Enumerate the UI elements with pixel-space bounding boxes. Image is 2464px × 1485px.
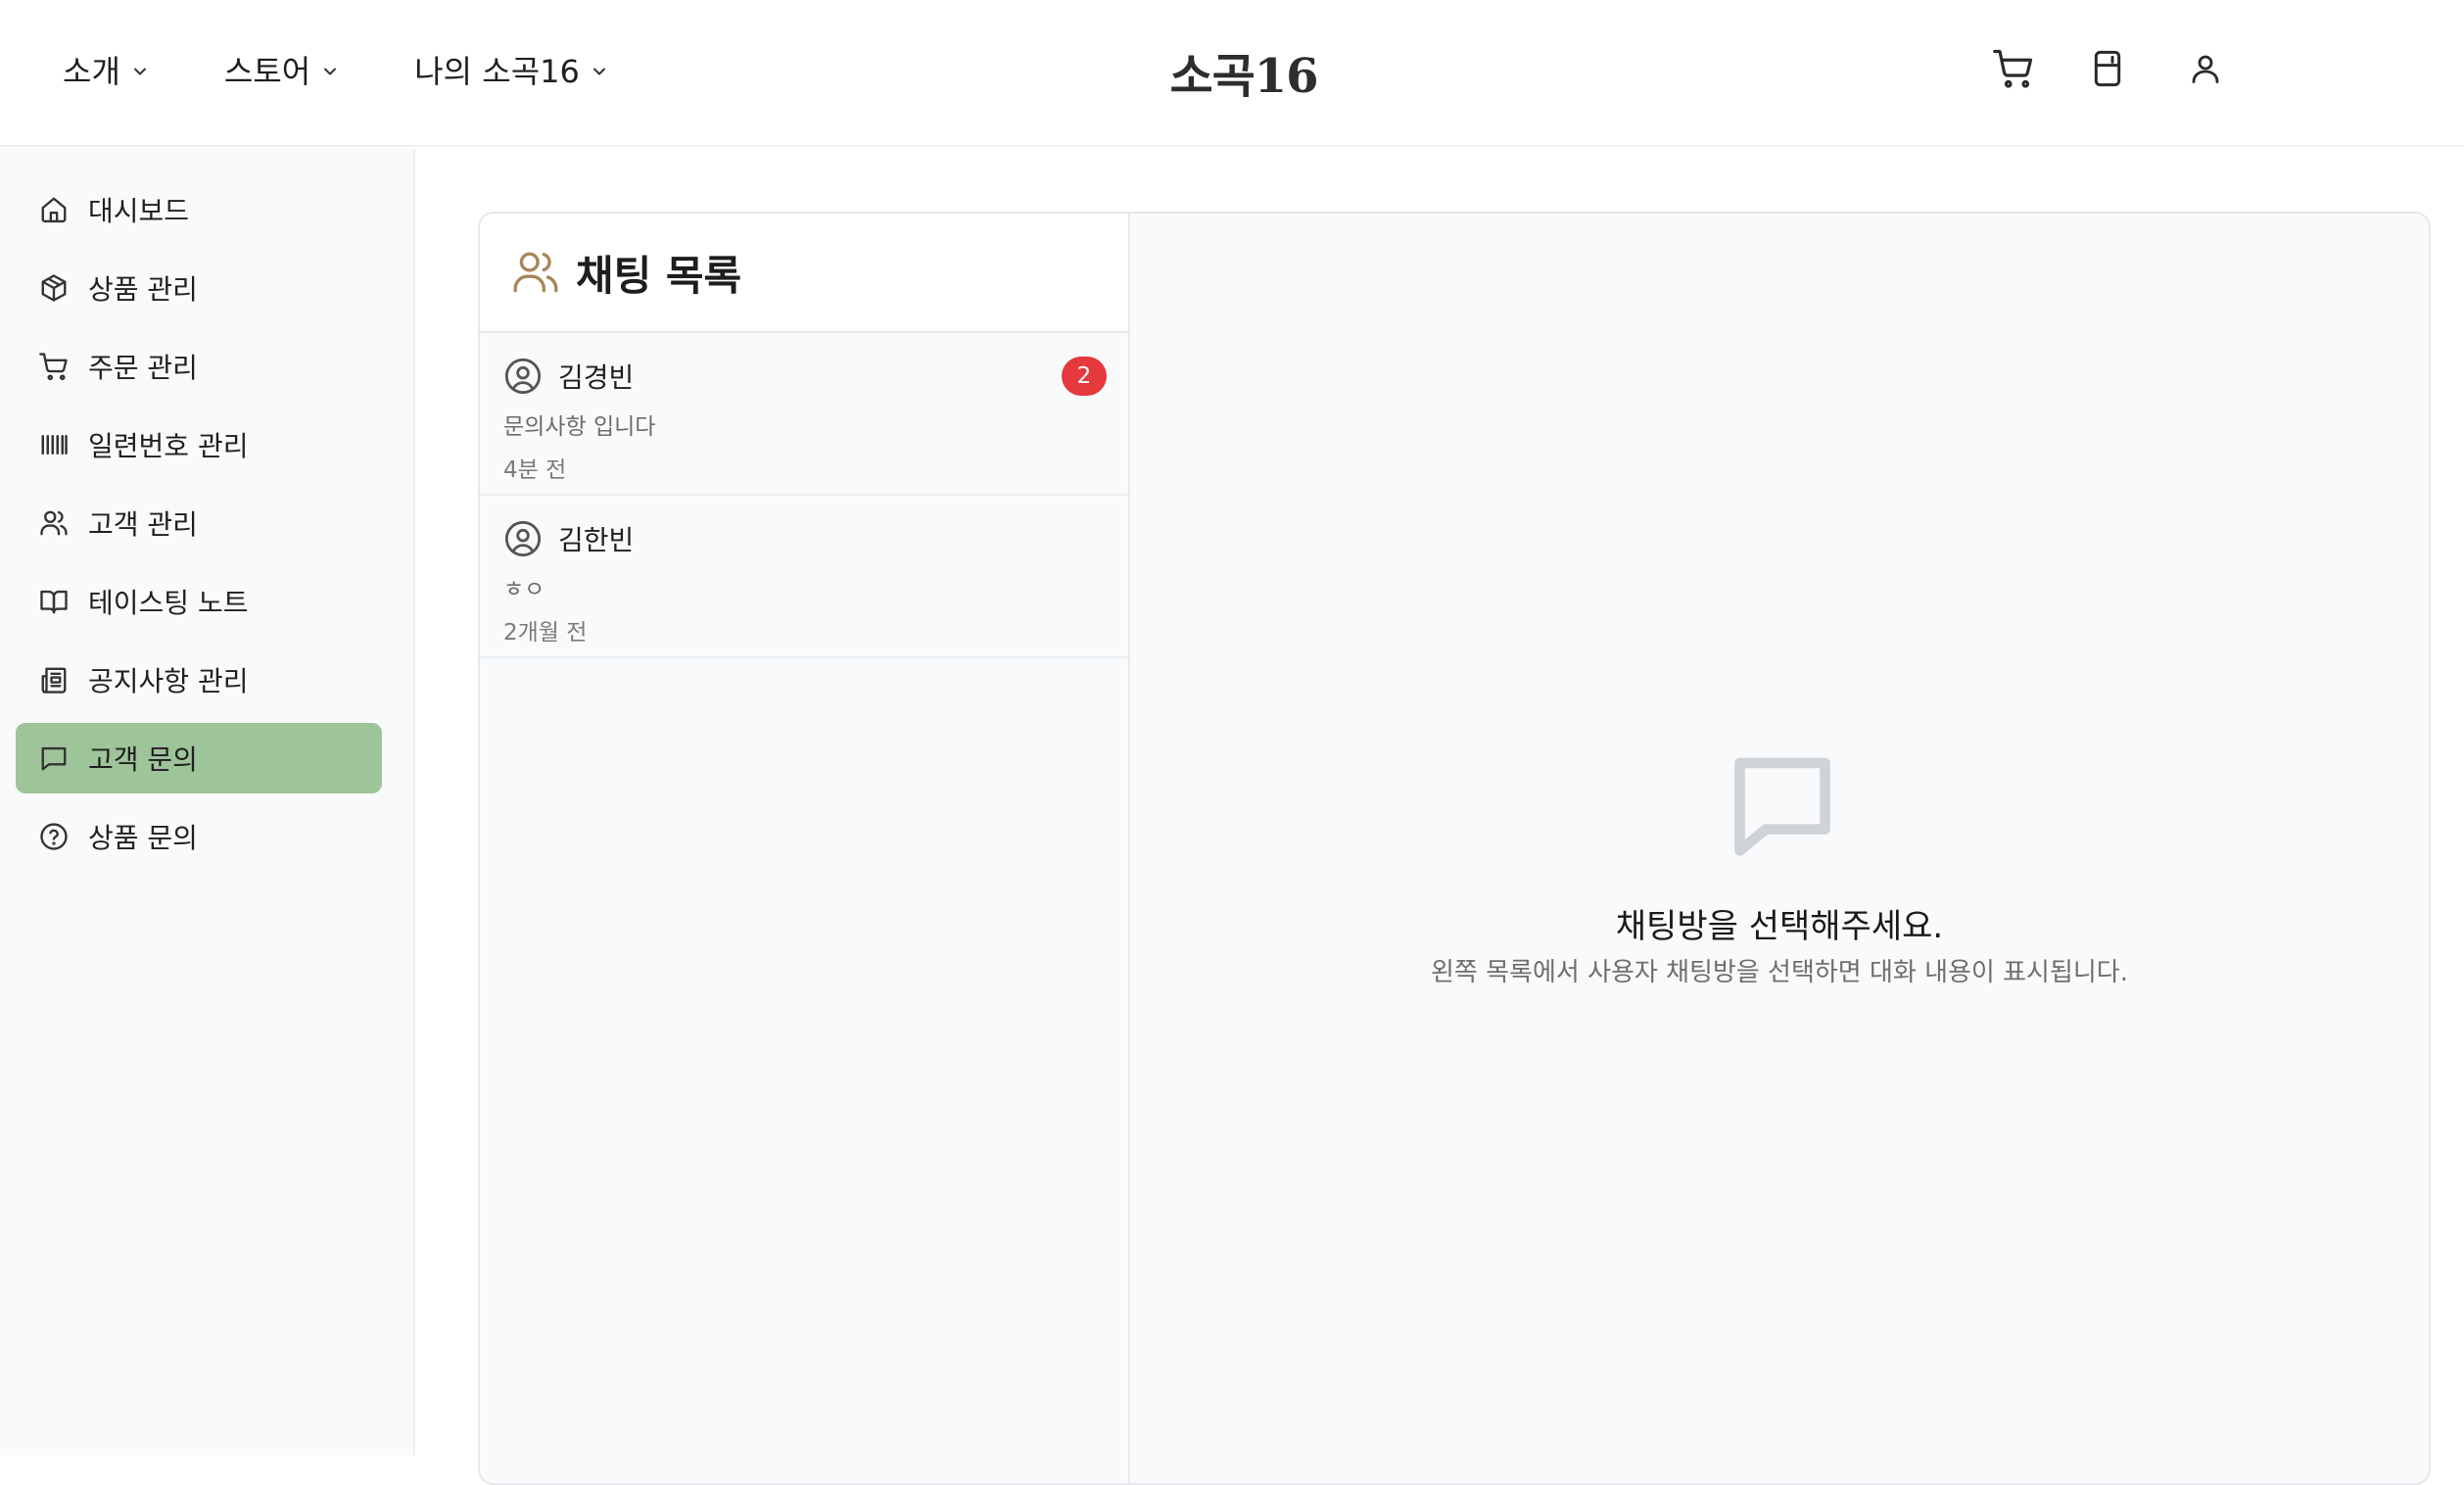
nav-item-my[interactable]: 나의 소곡16 bbox=[414, 47, 609, 92]
admin-sidebar: 대시보드 상품 관리 주문 관리 일련번호 관리 고객 관리 테이스팅 노트 공… bbox=[0, 149, 415, 1456]
chat-list-header: 채팅 목록 bbox=[480, 214, 1128, 333]
package-icon bbox=[41, 274, 67, 302]
fridge-button[interactable] bbox=[2082, 43, 2133, 94]
sidebar-item-label: 공지사항 관리 bbox=[88, 665, 249, 697]
user-circle-icon bbox=[504, 358, 542, 395]
user-icon bbox=[2192, 55, 2219, 83]
sidebar-item-label: 상품 문의 bbox=[88, 822, 198, 854]
sidebar-item-label: 상품 관리 bbox=[88, 273, 198, 306]
account-button[interactable] bbox=[2180, 43, 2231, 94]
sidebar-item-label: 테이스팅 노트 bbox=[88, 587, 249, 619]
chat-list-item[interactable]: 김경빈 문의사항 입니다 4분 전 2 bbox=[480, 333, 1128, 496]
nav-item-label: 스토어 bbox=[223, 53, 311, 90]
nav-item-label: 나의 소곡16 bbox=[414, 53, 580, 90]
chevron-down-icon bbox=[133, 68, 146, 75]
sidebar-item-label: 대시보드 bbox=[88, 195, 190, 227]
chat-panel: 채팅 목록 김경빈 문의사항 입니다 4분 전 2 김한빈 ㅎㅇ 2개월 전 채… bbox=[478, 212, 2431, 1485]
chat-last-message: 문의사항 입니다 bbox=[503, 414, 656, 440]
empty-state-subtitle: 왼쪽 목록에서 사용자 채팅방을 선택하면 대화 내용이 표시됩니다. bbox=[1431, 958, 2128, 987]
sidebar-item-products[interactable]: 상품 관리 bbox=[16, 253, 382, 323]
message-square-icon bbox=[1734, 757, 1830, 856]
chat-list: 채팅 목록 김경빈 문의사항 입니다 4분 전 2 김한빈 ㅎㅇ 2개월 전 bbox=[480, 214, 1130, 1483]
sidebar-item-serials[interactable]: 일련번호 관리 bbox=[16, 409, 382, 480]
sidebar-item-label: 고객 관리 bbox=[88, 508, 198, 541]
sidebar-item-notices[interactable]: 공지사항 관리 bbox=[16, 645, 382, 715]
nav-item-store[interactable]: 스토어 bbox=[224, 47, 340, 92]
users-icon bbox=[513, 252, 558, 293]
sidebar-item-customers[interactable]: 고객 관리 bbox=[16, 488, 382, 558]
brand-logo[interactable]: 소곡16 bbox=[1165, 37, 1322, 106]
chat-last-message: ㅎㅇ bbox=[503, 577, 545, 602]
chat-user-name: 김한빈 bbox=[558, 524, 635, 556]
fridge-icon bbox=[2094, 50, 2121, 87]
message-icon bbox=[41, 746, 67, 771]
sidebar-item-orders[interactable]: 주문 관리 bbox=[16, 331, 382, 402]
chat-empty-state: 채팅방을 선택해주세요. 왼쪽 목록에서 사용자 채팅방을 선택하면 대화 내용… bbox=[1130, 214, 2429, 1483]
sidebar-item-label: 일련번호 관리 bbox=[88, 430, 249, 462]
chat-list-title: 채팅 목록 bbox=[576, 251, 742, 300]
chevron-down-icon bbox=[324, 68, 337, 75]
chat-list-item[interactable]: 김한빈 ㅎㅇ 2개월 전 bbox=[480, 496, 1128, 658]
unread-badge: 2 bbox=[1062, 357, 1107, 396]
nav-item-label: 소개 bbox=[63, 53, 120, 90]
chat-timestamp: 2개월 전 bbox=[503, 620, 588, 646]
cart-button[interactable] bbox=[1988, 43, 2039, 94]
sidebar-item-customer-inquiry[interactable]: 고객 문의 bbox=[16, 723, 382, 793]
home-icon bbox=[41, 197, 67, 223]
empty-state-title: 채팅방을 선택해주세요. bbox=[1615, 907, 1944, 946]
main-nav: 소개 스토어 나의 소곡16 bbox=[63, 0, 684, 139]
sidebar-item-label: 주문 관리 bbox=[88, 352, 198, 384]
user-circle-icon bbox=[504, 520, 542, 557]
sidebar-item-label: 고객 문의 bbox=[88, 743, 198, 776]
sidebar-menu: 대시보드 상품 관리 주문 관리 일련번호 관리 고객 관리 테이스팅 노트 공… bbox=[16, 174, 382, 880]
cart-icon bbox=[39, 353, 68, 381]
top-header: 소개 스토어 나의 소곡16 소곡16 bbox=[0, 0, 2464, 147]
sidebar-item-dashboard[interactable]: 대시보드 bbox=[16, 174, 382, 245]
chat-timestamp: 4분 전 bbox=[503, 457, 567, 483]
chat-user-name: 김경빈 bbox=[558, 361, 635, 394]
barcode-icon bbox=[41, 435, 68, 455]
chevron-down-icon bbox=[592, 68, 605, 75]
help-circle-icon bbox=[40, 823, 68, 850]
nav-item-intro[interactable]: 소개 bbox=[63, 47, 150, 92]
sidebar-item-tasting-notes[interactable]: 테이스팅 노트 bbox=[16, 566, 382, 637]
sidebar-item-product-inquiry[interactable]: 상품 문의 bbox=[16, 801, 382, 872]
users-icon bbox=[40, 510, 68, 536]
cart-icon bbox=[1993, 49, 2033, 88]
newspaper-icon bbox=[41, 667, 67, 694]
book-icon bbox=[40, 590, 68, 614]
